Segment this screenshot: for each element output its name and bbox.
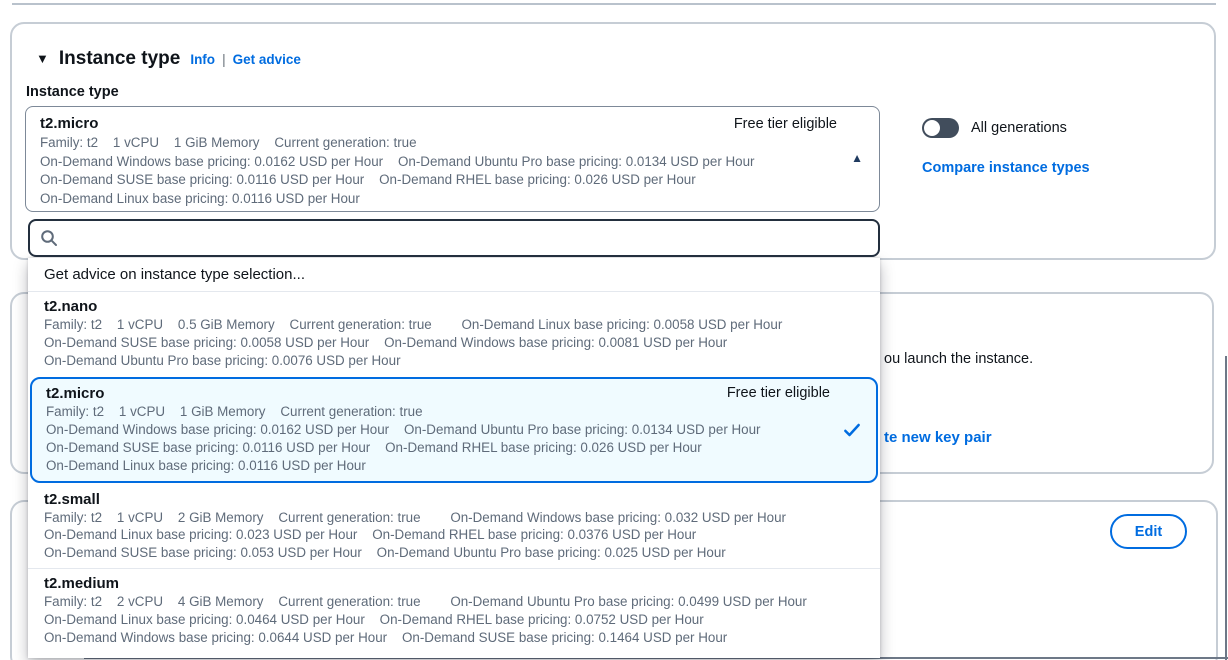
caret-up-icon[interactable]: ▲	[851, 151, 863, 165]
section-title: Instance type	[59, 48, 180, 70]
instance-type-section-header: ▼ Instance type Info | Get advice	[36, 48, 301, 70]
option-t2-micro-selected[interactable]: t2.micro Family: t2 1 vCPU 1 GiB Memory …	[30, 377, 878, 482]
instance-type-details: On-Demand Linux base pricing: 0.0116 USD…	[40, 190, 839, 209]
edit-button[interactable]: Edit	[1110, 514, 1187, 549]
instance-type-details: Family: t2 1 vCPU 2 GiB Memory Current g…	[44, 509, 864, 527]
instance-type-details: On-Demand SUSE base pricing: 0.053 USD p…	[44, 544, 864, 562]
compare-instance-types-link[interactable]: Compare instance types	[922, 160, 1090, 176]
instance-type-details: On-Demand Windows base pricing: 0.0644 U…	[44, 629, 864, 647]
instance-type-details: On-Demand SUSE base pricing: 0.0116 USD …	[40, 171, 839, 190]
instance-type-details: Family: t2 1 vCPU 0.5 GiB Memory Current…	[44, 316, 864, 334]
instance-type-details: On-Demand Linux base pricing: 0.0116 USD…	[46, 457, 832, 475]
instance-type-name: t2.medium	[44, 574, 864, 593]
search-input[interactable]	[66, 221, 868, 255]
instance-type-name: t2.small	[44, 490, 864, 509]
instance-type-details: On-Demand Linux base pricing: 0.023 USD …	[44, 526, 864, 544]
get-advice-link[interactable]: Get advice	[233, 52, 301, 67]
ec2-launch-instance-page: ou launch the instance. te new key pair …	[0, 0, 1228, 660]
instance-type-select-trigger[interactable]: t2.micro Family: t2 1 vCPU 1 GiB Memory …	[25, 106, 880, 212]
info-link[interactable]: Info	[190, 52, 215, 67]
free-tier-badge: Free tier eligible	[734, 116, 837, 132]
instance-type-name: t2.micro	[46, 384, 832, 403]
get-advice-option[interactable]: Get advice on instance type selection...	[28, 258, 880, 292]
selected-instance-type: t2.micro	[40, 114, 839, 134]
instance-type-field-label: Instance type	[26, 84, 119, 100]
free-tier-badge: Free tier eligible	[727, 385, 830, 401]
all-generations-toggle[interactable]	[922, 118, 959, 138]
key-pair-description-fragment: ou launch the instance.	[884, 351, 1033, 367]
toggle-knob	[924, 120, 940, 136]
option-t2-nano[interactable]: t2.nano Family: t2 1 vCPU 0.5 GiB Memory…	[28, 292, 880, 375]
section-divider	[12, 3, 1216, 5]
instance-type-details: On-Demand Linux base pricing: 0.0464 USD…	[44, 611, 864, 629]
instance-type-details: On-Demand SUSE base pricing: 0.0058 USD …	[44, 334, 864, 352]
instance-type-name: t2.nano	[44, 297, 864, 316]
option-t2-medium[interactable]: t2.medium Family: t2 2 vCPU 4 GiB Memory…	[28, 569, 880, 652]
check-icon	[842, 420, 862, 440]
instance-type-search-box[interactable]	[28, 219, 880, 257]
create-new-key-pair-link-fragment[interactable]: te new key pair	[884, 429, 992, 446]
instance-type-details: Family: t2 1 vCPU 1 GiB Memory Current g…	[40, 134, 839, 153]
all-generations-label: All generations	[971, 120, 1067, 136]
instance-type-details: On-Demand Ubuntu Pro base pricing: 0.007…	[44, 352, 864, 370]
instance-type-details: Family: t2 2 vCPU 4 GiB Memory Current g…	[44, 593, 864, 611]
option-t2-small[interactable]: t2.small Family: t2 1 vCPU 2 GiB Memory …	[28, 485, 880, 569]
caret-down-icon[interactable]: ▼	[36, 51, 49, 66]
instance-type-dropdown: Get advice on instance type selection...…	[28, 258, 880, 658]
instance-type-details: On-Demand Windows base pricing: 0.0162 U…	[46, 421, 832, 439]
link-separator: |	[222, 52, 226, 67]
instance-type-details: Family: t2 1 vCPU 1 GiB Memory Current g…	[46, 403, 832, 421]
instance-type-details: On-Demand SUSE base pricing: 0.0116 USD …	[46, 439, 832, 457]
instance-type-details: On-Demand Windows base pricing: 0.0162 U…	[40, 153, 839, 172]
viewport-edge-right	[1225, 356, 1227, 660]
search-icon	[40, 229, 58, 247]
